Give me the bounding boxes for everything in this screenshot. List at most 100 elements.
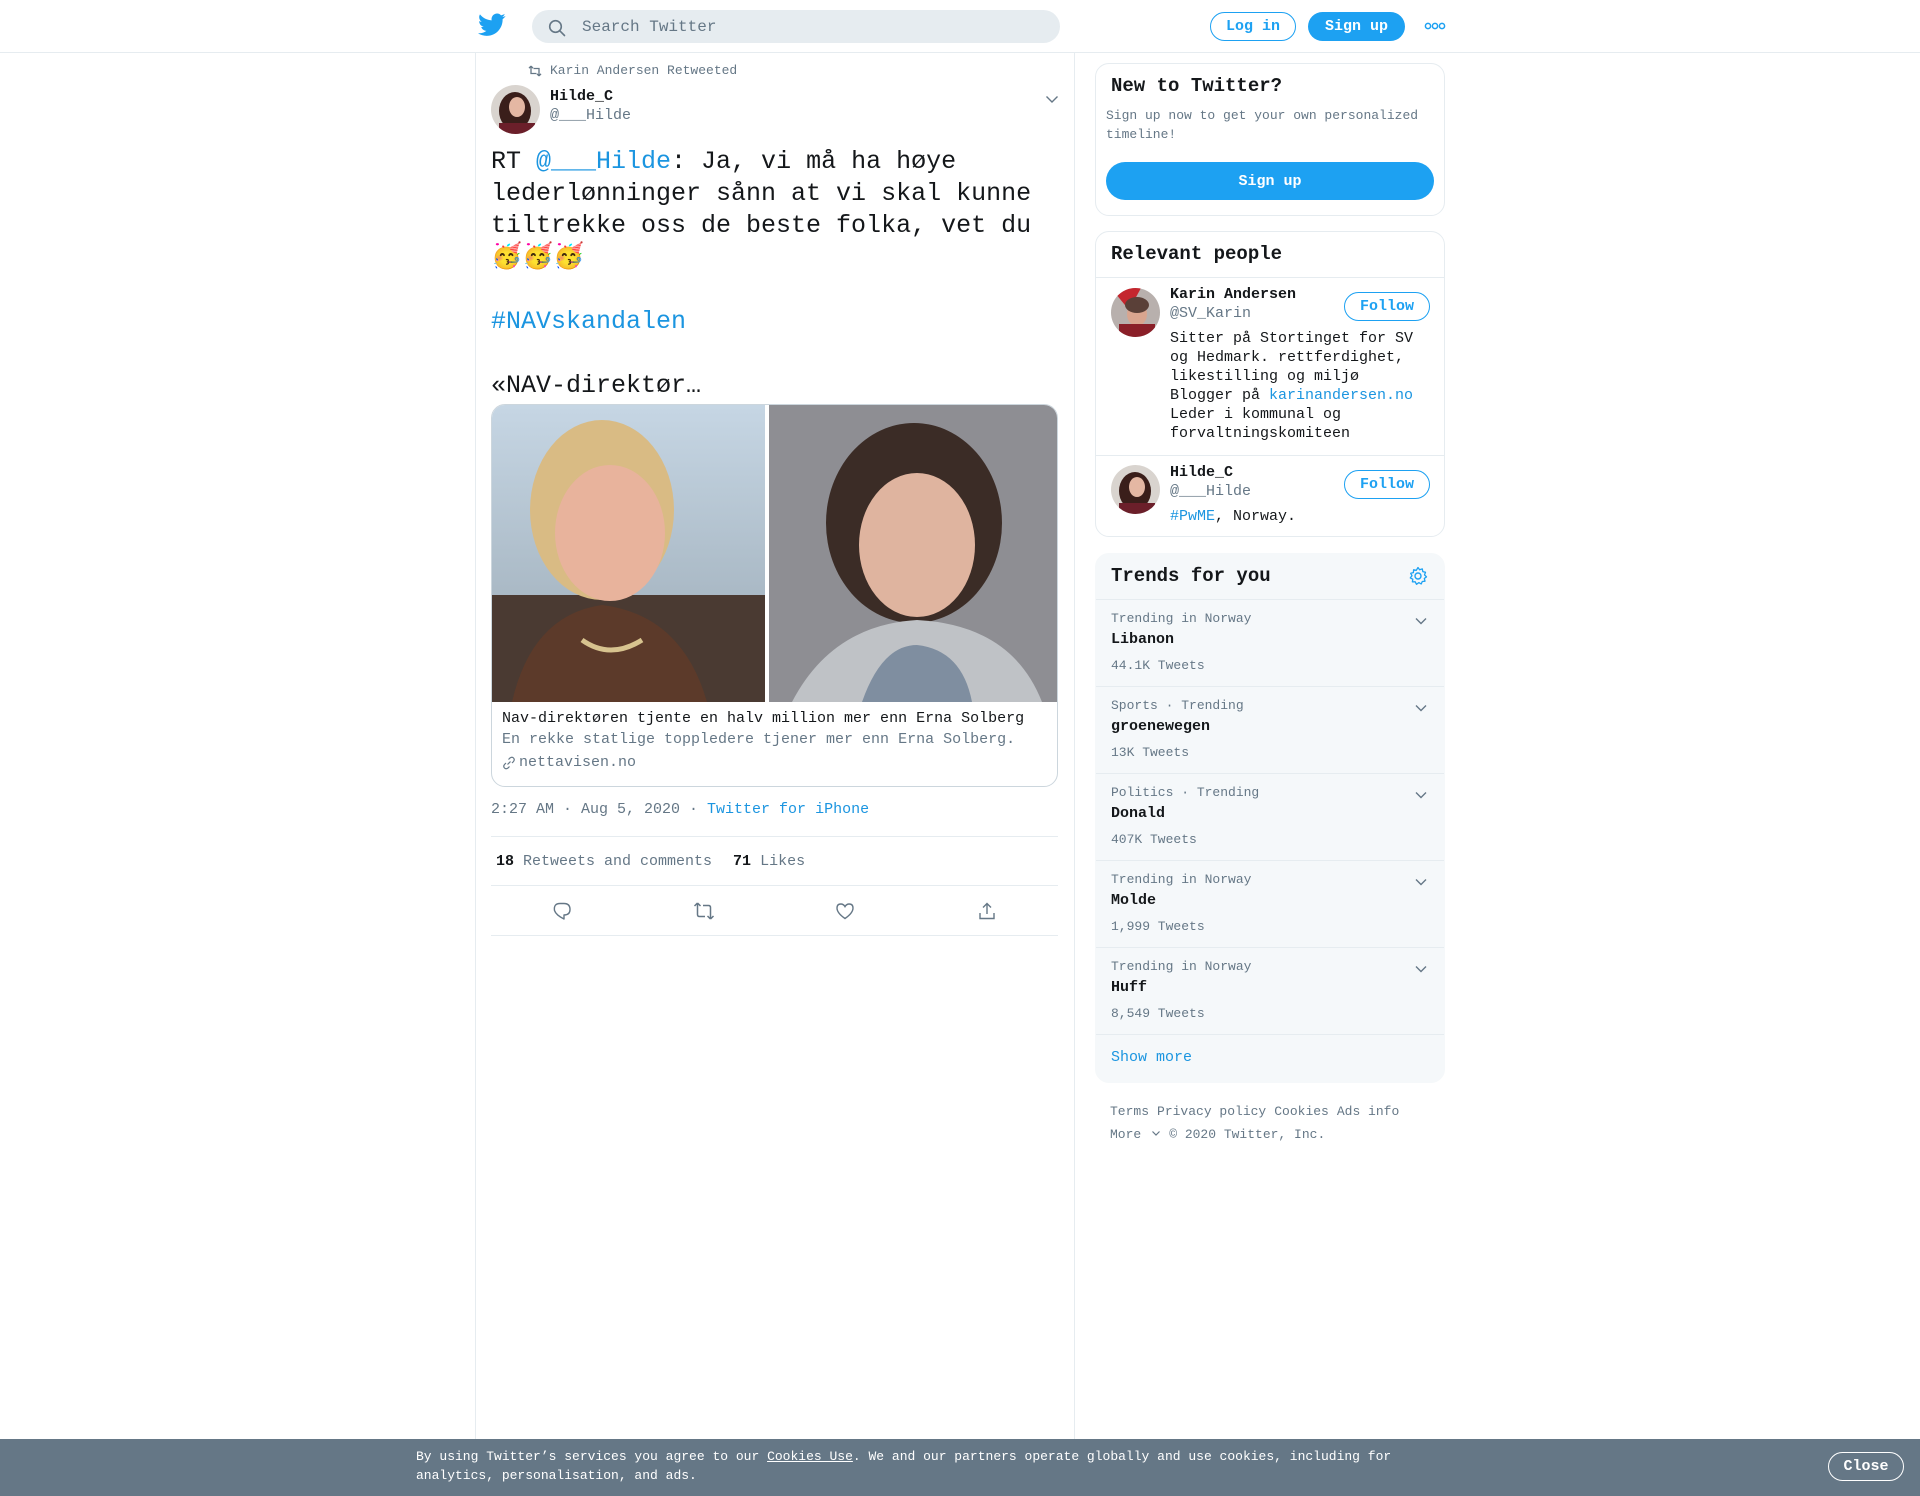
new-to-twitter-subtitle: Sign up now to get your own personalized… — [1106, 108, 1419, 142]
bio-link[interactable]: karinandersen.no — [1269, 387, 1413, 404]
trend-context: Sports · Trending — [1111, 698, 1244, 713]
person-name[interactable]: Karin Andersen — [1170, 286, 1296, 303]
footer-more-label: More — [1110, 1127, 1142, 1142]
trend-item[interactable]: Trending in Norway Libanon 44.1K Tweets — [1096, 599, 1444, 686]
likes-label: Likes — [760, 852, 806, 870]
author-handle[interactable]: @___Hilde — [550, 107, 631, 124]
bio-hashtag-link[interactable]: #PwME — [1170, 508, 1215, 525]
follow-button[interactable]: Follow — [1344, 470, 1430, 499]
more-dots-icon[interactable] — [1424, 20, 1446, 32]
chevron-down-icon[interactable] — [1044, 91, 1060, 107]
tweet-stats: 18 Retweets and comments 71 Likes — [491, 836, 1058, 886]
reply-button[interactable] — [491, 886, 633, 935]
footer-copyright: © 2020 Twitter, Inc. — [1169, 1127, 1326, 1142]
trend-count: 1,999 Tweets — [1111, 919, 1205, 934]
close-button[interactable]: Close — [1828, 1452, 1904, 1481]
cookie-text-pre: By using Twitter’s services you agree to… — [416, 1449, 768, 1464]
cookies-use-link[interactable]: Cookies Use — [767, 1449, 853, 1464]
trend-context: Politics · Trending — [1111, 785, 1260, 800]
trends-title: Trends for you — [1111, 565, 1271, 587]
retweets-label: Retweets and comments — [523, 852, 713, 870]
sidebar-signup-button[interactable]: Sign up — [1106, 162, 1434, 200]
search-bar[interactable] — [532, 10, 1060, 43]
author-name[interactable]: Hilde_C — [550, 88, 613, 105]
follow-button[interactable]: Follow — [1344, 292, 1430, 321]
relevant-people-title: Relevant people — [1111, 243, 1283, 265]
card-description: En rekke statlige toppledere tjener mer … — [502, 731, 1016, 748]
trend-item[interactable]: Trending in Norway Huff 8,549 Tweets — [1096, 947, 1444, 1034]
footer-cookies-link[interactable]: Cookies — [1274, 1100, 1329, 1123]
chevron-down-icon — [1152, 1131, 1161, 1136]
trend-item[interactable]: Trending in Norway Molde 1,999 Tweets — [1096, 860, 1444, 947]
search-input[interactable] — [582, 10, 1042, 43]
trend-context: Trending in Norway — [1111, 872, 1252, 887]
trend-name: Huff — [1111, 979, 1148, 996]
divider — [1096, 455, 1444, 456]
avatar[interactable] — [491, 85, 540, 134]
person-bio-text-end: Leder i kommunal og forvaltningskomiteen — [1170, 406, 1351, 442]
retweet-context: Karin Andersen Retweeted — [528, 63, 737, 78]
mention-link[interactable]: @___Hilde — [536, 147, 671, 176]
chevron-down-icon[interactable] — [1414, 614, 1428, 628]
footer-terms-link[interactable]: Terms — [1110, 1100, 1149, 1123]
likes-count: 71 — [733, 852, 752, 870]
card-title[interactable]: Nav-direktøren tjente en halv million me… — [502, 710, 1024, 727]
tweet-column: Karin Andersen Retweeted Hilde_C @___Hil… — [475, 53, 1075, 1443]
trend-item[interactable]: Sports · Trending groenewegen 13K Tweets — [1096, 686, 1444, 773]
trend-name: Molde — [1111, 892, 1157, 909]
chevron-down-icon[interactable] — [1414, 701, 1428, 715]
signup-button[interactable]: Sign up — [1308, 12, 1405, 41]
retweets-stat[interactable]: 18 Retweets and comments — [491, 853, 712, 870]
trend-item[interactable]: Politics · Trending Donald 407K Tweets — [1096, 773, 1444, 860]
new-to-twitter-title: New to Twitter? — [1111, 75, 1283, 97]
person-bio-text: , Norway. — [1215, 508, 1297, 525]
retweets-count: 18 — [496, 852, 515, 870]
twitter-bird-icon[interactable] — [478, 13, 506, 37]
cookie-banner: By using Twitter’s services you agree to… — [0, 1439, 1920, 1496]
divider — [1096, 1034, 1444, 1035]
tweet-timestamp: 2:27 AM · Aug 5, 2020 · Twitter for iPho… — [491, 801, 869, 818]
new-to-twitter-box: New to Twitter? Sign up now to get your … — [1095, 63, 1445, 216]
trend-name: Libanon — [1111, 631, 1175, 648]
login-button[interactable]: Log in — [1210, 12, 1296, 41]
tweet-text-tail: «NAV-direktør… — [491, 371, 702, 400]
trend-count: 13K Tweets — [1111, 745, 1190, 760]
chevron-down-icon[interactable] — [1414, 962, 1428, 976]
show-more-link[interactable]: Show more — [1111, 1049, 1192, 1066]
divider — [1096, 277, 1444, 278]
tweet-time[interactable]: 2:27 AM · Aug 5, 2020 — [491, 801, 680, 818]
tweet-text-prefix: RT — [491, 147, 537, 176]
person-handle[interactable]: @___Hilde — [1170, 483, 1251, 500]
trend-name: Donald — [1111, 805, 1166, 822]
chevron-down-icon[interactable] — [1414, 788, 1428, 802]
footer-more-link[interactable]: More — [1110, 1123, 1161, 1146]
hashtag-link[interactable]: #NAVskandalen — [491, 307, 686, 336]
card-domain[interactable]: nettavisen.no — [502, 754, 636, 771]
link-card[interactable]: Nav-direktøren tjente en halv million me… — [491, 404, 1058, 787]
card-domain-text: nettavisen.no — [519, 754, 637, 771]
sidebar-footer: Terms Privacy policy Cookies Ads info More ©… — [1110, 1100, 1440, 1146]
footer-privacy-link[interactable]: Privacy policy — [1157, 1100, 1266, 1123]
share-icon — [979, 902, 995, 919]
footer-ads-link[interactable]: Ads info — [1337, 1100, 1399, 1123]
retweeted-by-text: Karin Andersen Retweeted — [550, 63, 738, 78]
meta-separator: · — [680, 801, 708, 818]
avatar[interactable] — [1111, 288, 1160, 337]
card-image — [492, 405, 1057, 702]
relevant-people-box: Relevant people Karin Andersen @SV_Karin… — [1095, 231, 1445, 537]
retweet-icon — [693, 901, 714, 920]
person-handle[interactable]: @SV_Karin — [1170, 305, 1251, 322]
likes-stat[interactable]: 71 Likes — [728, 853, 805, 870]
trend-count: 407K Tweets — [1111, 832, 1197, 847]
link-icon — [503, 756, 515, 769]
like-button[interactable] — [775, 886, 917, 935]
person-name[interactable]: Hilde_C — [1170, 464, 1233, 481]
retweet-button[interactable] — [633, 886, 775, 935]
share-button[interactable] — [916, 886, 1058, 935]
trend-count: 44.1K Tweets — [1111, 658, 1205, 673]
trend-name: groenewegen — [1111, 718, 1211, 735]
avatar[interactable] — [1111, 465, 1160, 514]
tweet-source[interactable]: Twitter for iPhone — [707, 801, 869, 818]
gear-icon[interactable] — [1408, 566, 1428, 586]
chevron-down-icon[interactable] — [1414, 875, 1428, 889]
